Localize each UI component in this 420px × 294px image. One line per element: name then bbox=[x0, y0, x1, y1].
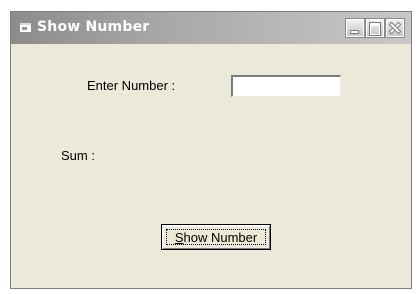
show-number-button[interactable]: Show Number bbox=[161, 224, 271, 250]
minimize-icon[interactable] bbox=[346, 19, 364, 37]
enter-number-label: Enter Number : bbox=[87, 78, 176, 93]
window-title: Show Number bbox=[37, 19, 150, 35]
close-icon[interactable] bbox=[386, 19, 404, 37]
button-mnemonic: S bbox=[174, 229, 184, 245]
sum-label: Sum : bbox=[61, 148, 95, 163]
number-input[interactable] bbox=[231, 75, 341, 97]
button-label: how Number bbox=[183, 229, 258, 245]
maximize-icon[interactable] bbox=[366, 19, 384, 37]
show-number-window: Show Number Enter Number : Sum : Show Nu… bbox=[10, 11, 412, 289]
title-bar[interactable]: Show Number bbox=[11, 12, 411, 44]
focus-rectangle: Show Number bbox=[166, 229, 266, 245]
app-icon[interactable] bbox=[20, 23, 31, 32]
